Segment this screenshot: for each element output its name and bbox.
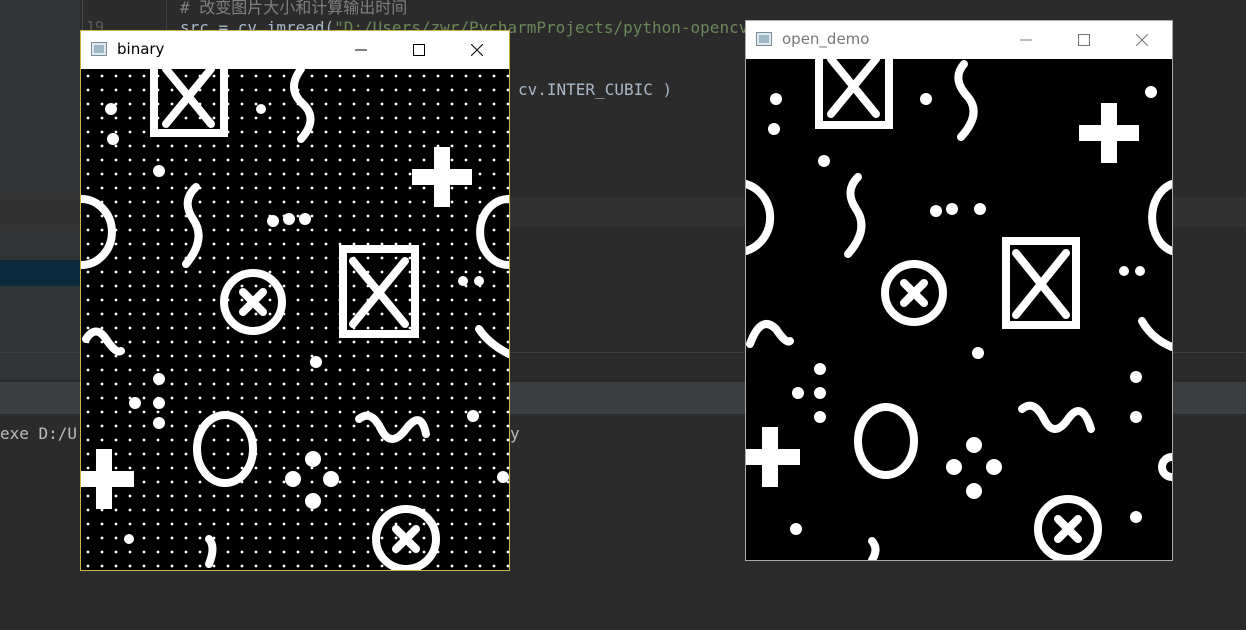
code-cv-call[interactable]: cv.INTER_CUBIC ) <box>518 80 672 99</box>
selected-line-marker <box>0 260 80 286</box>
code-comment-line[interactable]: # 改变图片大小和计算输出时间 <box>180 0 407 18</box>
ide-gutter <box>0 0 80 380</box>
close-icon[interactable] <box>459 35 495 65</box>
binary-titlebar[interactable]: binary <box>81 31 509 69</box>
binary-window[interactable]: binary <box>80 30 510 571</box>
minimize-icon[interactable] <box>343 35 379 65</box>
open-demo-image <box>746 59 1172 560</box>
minimize-icon[interactable] <box>1008 25 1044 55</box>
open-demo-titlebar[interactable]: open_demo <box>746 21 1172 59</box>
console-output-right: y <box>510 424 520 443</box>
open-demo-window-title: open_demo <box>782 30 870 48</box>
maximize-icon[interactable] <box>1066 25 1102 55</box>
binary-window-title: binary <box>117 40 165 58</box>
close-icon[interactable] <box>1124 25 1160 55</box>
opencv-window-icon <box>91 41 107 56</box>
code-comment: # 改变图片大小和计算输出时间 <box>180 0 408 17</box>
open-demo-window[interactable]: open_demo <box>745 20 1173 561</box>
maximize-icon[interactable] <box>401 35 437 65</box>
opencv-window-icon <box>756 31 772 46</box>
console-output-left: exe D:/U <box>0 424 78 443</box>
binary-image <box>81 69 509 570</box>
